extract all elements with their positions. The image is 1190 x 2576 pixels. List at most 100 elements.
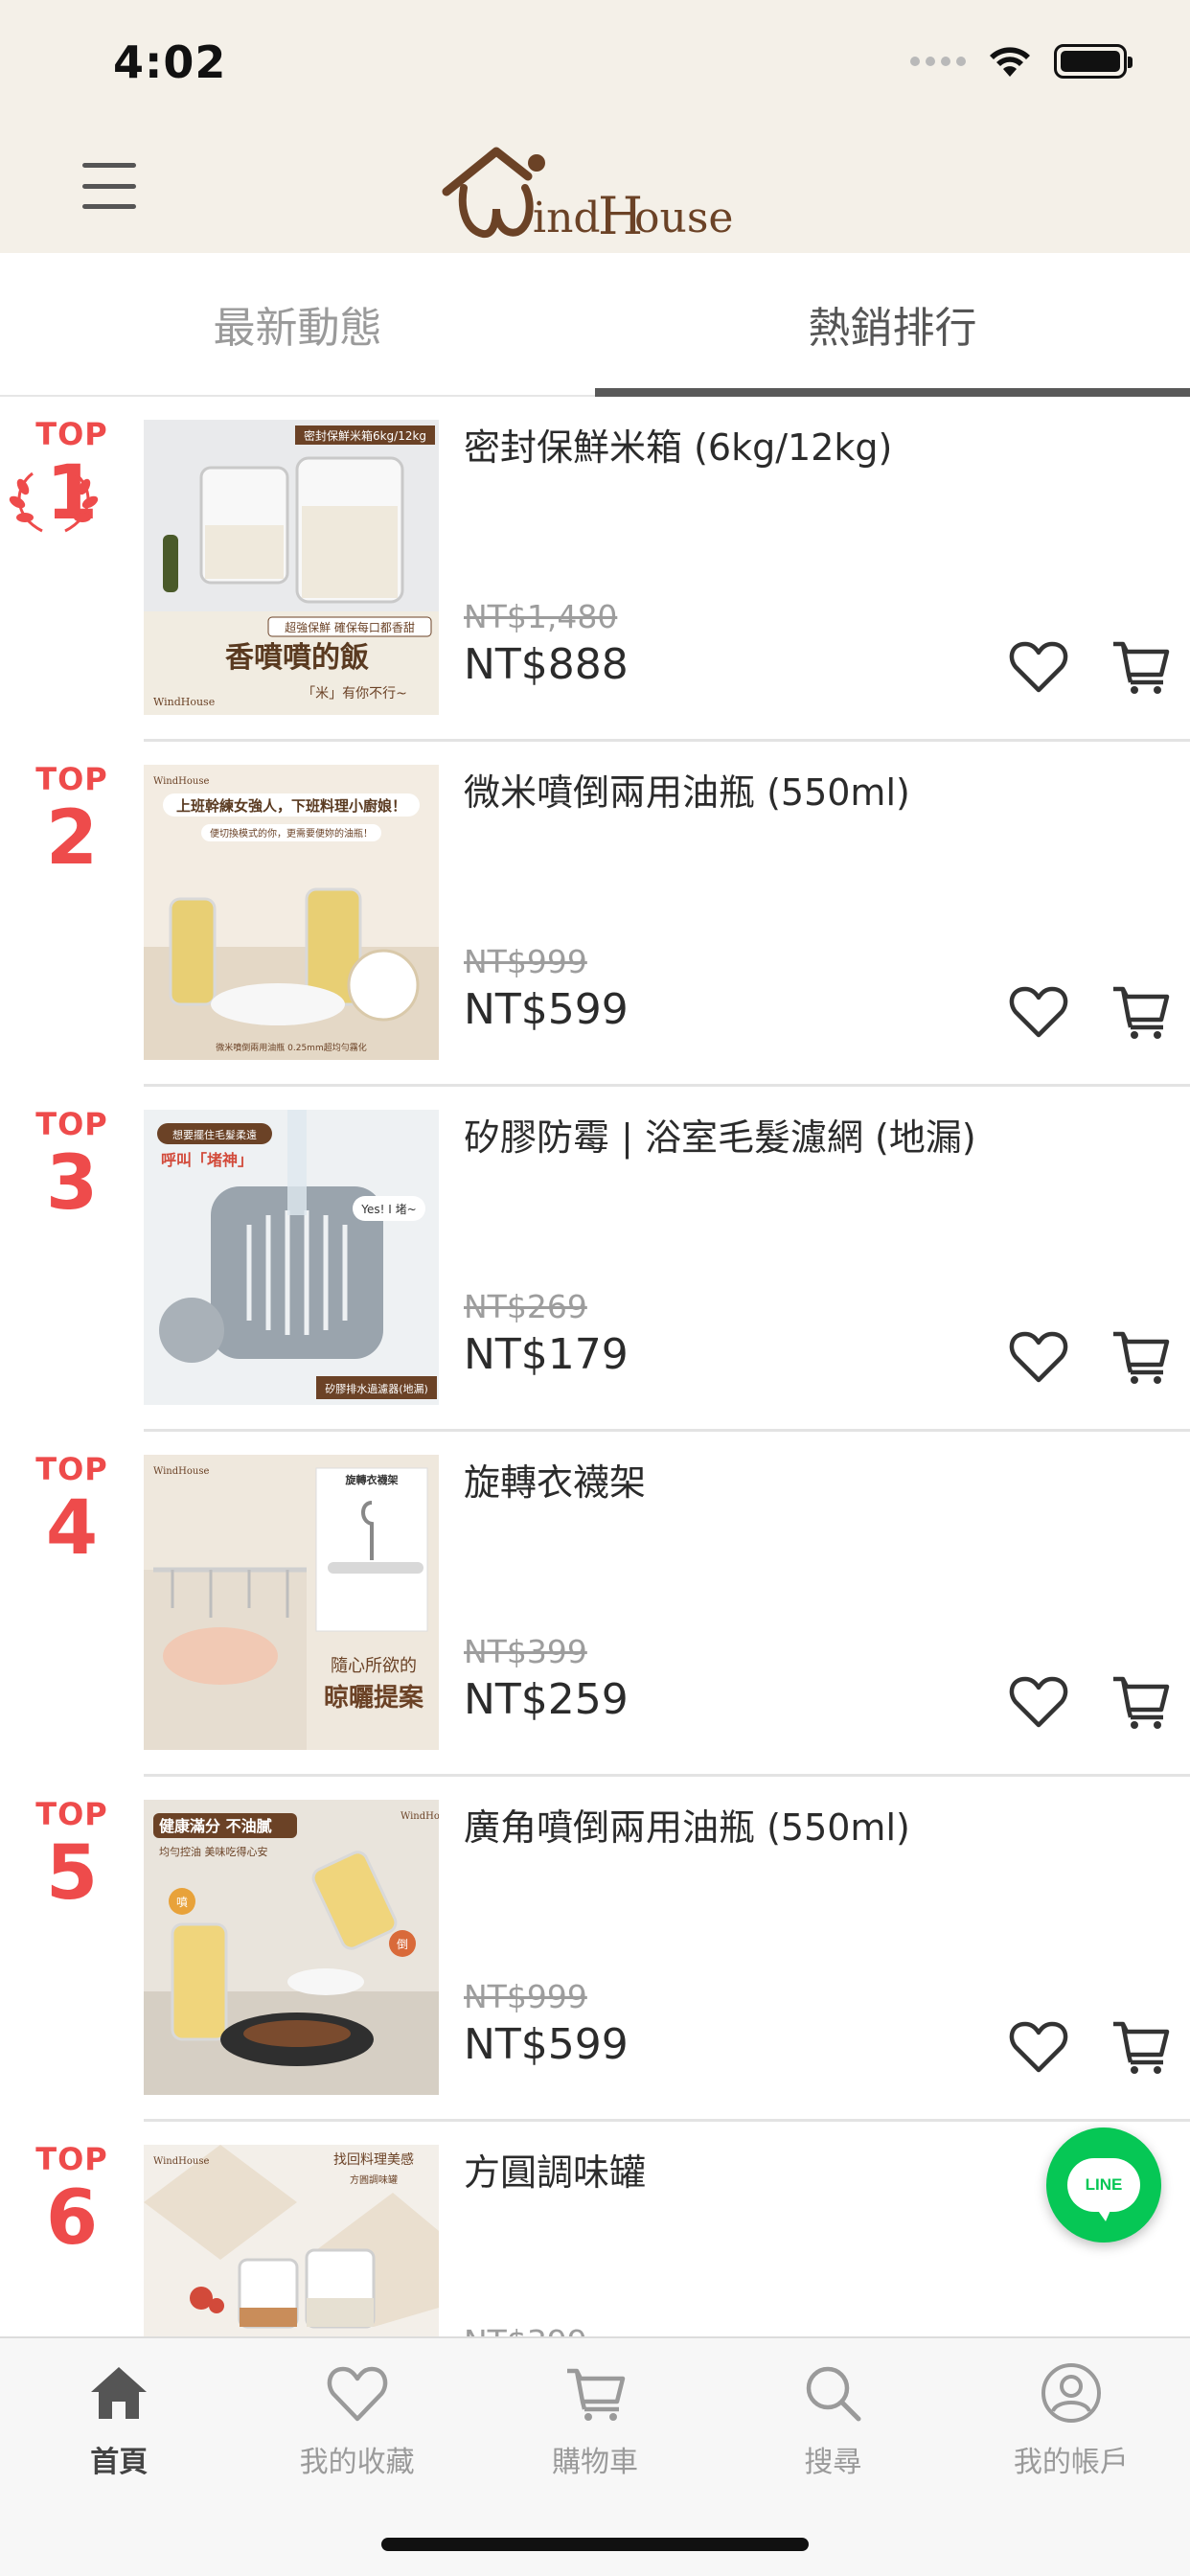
rank-label: TOP — [35, 1451, 108, 1487]
tab-latest[interactable]: 最新動態 — [0, 253, 595, 395]
image-tag-call-text: 呼叫「堵神」 — [161, 1151, 253, 1169]
image-subline-text: 方圓調味罐 — [350, 2174, 398, 2186]
product-name[interactable]: 方圓調味罐 — [464, 2143, 646, 2196]
wifi-icon — [990, 47, 1030, 77]
product-name[interactable]: 廣角噴倒兩用油瓶 (550ml) — [464, 1798, 910, 1851]
nav-cart[interactable]: 購物車 — [476, 2338, 714, 2501]
cart-icon — [567, 2368, 626, 2421]
list-item[interactable]: TOP 4 旋轉衣襪架 隨心所欲的 晾曬提案 WindHouse 旋轉衣襪架 N… — [0, 1432, 1190, 1777]
rank-number: 3 — [45, 1140, 99, 1227]
svg-text:ouse: ouse — [634, 194, 733, 242]
list-item[interactable]: TOP 5 健康滿分 不油膩 均勻控油 美味吃得心安 噴 倒 WindHouse… — [0, 1777, 1190, 2122]
add-to-cart-button[interactable] — [1110, 2016, 1171, 2076]
list-item[interactable]: TOP 3 想要擺住毛髮柔遠 呼叫「堵神」 Yes! I 堵~ 矽膠排水過濾器(… — [0, 1087, 1190, 1432]
rank-label: TOP — [35, 761, 108, 797]
image-footer-text: 微米噴倒兩用油瓶 0.25mm超均勻霧化 — [216, 1042, 366, 1053]
image-subline-text: 便切換模式的你，更需要便妳的油瓶！ — [210, 827, 373, 840]
favorite-button[interactable] — [1008, 638, 1069, 696]
cellular-signal-icon — [910, 57, 966, 66]
line-label: LINE — [1085, 2175, 1123, 2194]
image-line1-text: 隨心所欲的 — [331, 1656, 417, 1676]
rank-label: TOP — [35, 416, 108, 452]
favorite-button[interactable] — [1008, 1328, 1069, 1386]
nav-search-label: 搜尋 — [804, 2446, 862, 2479]
nav-cart-label: 購物車 — [552, 2446, 639, 2479]
favorite-button[interactable] — [1008, 1673, 1069, 1731]
image-brand-text: WindHouse — [153, 776, 209, 787]
rank-label: TOP — [35, 2141, 108, 2177]
battery-icon — [1054, 44, 1133, 79]
menu-icon-bar — [82, 163, 136, 168]
image-headline-text: 上班幹練女強人，下班料理小廚娘！ — [176, 797, 406, 815]
original-price: NT$999 — [464, 943, 587, 980]
nav-home-label: 首頁 — [90, 2446, 149, 2479]
heart-icon — [327, 2366, 387, 2422]
add-to-cart-button[interactable] — [1110, 1326, 1171, 1386]
product-image[interactable]: 找回料理美感 方圓調味罐 WindHouse — [144, 2145, 439, 2336]
sale-price: NT$259 — [464, 1675, 629, 1724]
status-time: 4:02 — [113, 36, 227, 88]
add-to-cart-button[interactable] — [1110, 1671, 1171, 1731]
image-headline-text: 健康滿分 不油膩 — [159, 1817, 272, 1835]
home-icon — [91, 2367, 148, 2419]
image-footer-text: 矽膠排水過濾器(地漏) — [325, 1382, 428, 1395]
product-image[interactable]: 想要擺住毛髮柔遠 呼叫「堵神」 Yes! I 堵~ 矽膠排水過濾器(地漏) — [144, 1110, 439, 1405]
rank-number: 5 — [45, 1830, 99, 1917]
rank-badge: TOP 3 — [19, 1106, 125, 1225]
product-name[interactable]: 旋轉衣襪架 — [464, 1453, 646, 1506]
nav-favorites-label: 我的收藏 — [299, 2446, 415, 2479]
app-header: 4:02 ind H ouse — [0, 0, 1190, 253]
original-price: NT$269 — [464, 1288, 587, 1325]
product-name[interactable]: 微米噴倒兩用油瓶 (550ml) — [464, 763, 910, 816]
favorite-button[interactable] — [1008, 2018, 1069, 2076]
image-tag-top-text: 想要擺住毛髮柔遠 — [172, 1128, 257, 1141]
rank-number: 2 — [45, 795, 99, 882]
nav-home[interactable]: 首頁 — [0, 2338, 238, 2501]
product-image[interactable]: 密封保鮮米箱6kg/12kg 超強保鮮 確保每口都香甜 香噴噴的飯 「米」有你不… — [144, 420, 439, 715]
image-tag-right-text: 倒 — [397, 1938, 408, 1951]
add-to-cart-button[interactable] — [1110, 981, 1171, 1041]
tab-best-sellers[interactable]: 熱銷排行 — [595, 253, 1190, 397]
image-badge-text: 密封保鮮米箱6kg/12kg — [304, 428, 426, 443]
image-brand-text: WindHouse — [153, 696, 215, 708]
line-icon: LINE — [1067, 2158, 1140, 2221]
bottom-nav: 首頁 我的收藏 購物車 搜尋 我的帳戶 — [0, 2336, 1190, 2576]
ranking-list: TOP 1 密封保鮮米箱6kg/12kg 超強保鮮 確保每口都香甜 香噴噴的飯 … — [0, 397, 1190, 2336]
product-name[interactable]: 密封保鮮米箱 (6kg/12kg) — [464, 418, 892, 471]
image-caption-text: 超強保鮮 確保每口都香甜 — [285, 620, 415, 634]
nav-favorites[interactable]: 我的收藏 — [238, 2338, 475, 2501]
list-item[interactable]: TOP 1 密封保鮮米箱6kg/12kg 超強保鮮 確保每口都香甜 香噴噴的飯 … — [0, 397, 1190, 742]
nav-account-label: 我的帳戶 — [1013, 2446, 1129, 2479]
add-to-cart-button[interactable] — [1110, 636, 1171, 696]
home-indicator — [381, 2538, 809, 2551]
image-headline-text: 晾曬提案 — [324, 1683, 424, 1713]
image-headline-text: 香噴噴的飯 — [225, 641, 369, 675]
original-price: NT$999 — [464, 1978, 587, 2015]
product-image[interactable]: 健康滿分 不油膩 均勻控油 美味吃得心安 噴 倒 WindHouse — [144, 1800, 439, 2095]
menu-button[interactable] — [82, 163, 136, 209]
menu-icon-bar — [82, 204, 136, 209]
laurel-icon — [9, 472, 99, 533]
tab-bar: 最新動態 熱銷排行 — [0, 253, 1190, 397]
line-chat-button[interactable]: LINE — [1046, 2128, 1161, 2242]
rank-number: 4 — [45, 1485, 99, 1572]
original-price: NT$399 — [464, 2323, 587, 2336]
favorite-button[interactable] — [1008, 983, 1069, 1041]
image-headline-text: 找回料理美感 — [333, 2151, 414, 2168]
original-price: NT$399 — [464, 1633, 587, 1670]
original-price: NT$1,480 — [464, 598, 618, 635]
image-subline-text: 均勻控油 美味吃得心安 — [159, 1845, 268, 1858]
list-item[interactable]: TOP 6 找回料理美感 方圓調味罐 WindHouse 方圓調味罐 NT$39… — [0, 2122, 1190, 2336]
menu-icon-bar — [82, 183, 136, 189]
product-name[interactable]: 矽膠防霉 | 浴室毛髮濾網 (地漏) — [464, 1108, 976, 1161]
product-image[interactable]: 上班幹練女強人，下班料理小廚娘！ 便切換模式的你，更需要便妳的油瓶！ 微米噴倒兩… — [144, 765, 439, 1060]
rank-badge: TOP 2 — [19, 761, 125, 880]
nav-account[interactable]: 我的帳戶 — [952, 2338, 1190, 2501]
product-image[interactable]: 旋轉衣襪架 隨心所欲的 晾曬提案 WindHouse — [144, 1455, 439, 1750]
rank-label: TOP — [35, 1106, 108, 1142]
svg-text:ind: ind — [533, 194, 601, 242]
image-bubble-text: Yes! I 堵~ — [360, 1203, 416, 1216]
nav-search[interactable]: 搜尋 — [714, 2338, 951, 2501]
list-item[interactable]: TOP 2 上班幹練女強人，下班料理小廚娘！ 便切換模式的你，更需要便妳的油瓶！… — [0, 742, 1190, 1087]
image-badge-text: 旋轉衣襪架 — [345, 1473, 399, 1486]
